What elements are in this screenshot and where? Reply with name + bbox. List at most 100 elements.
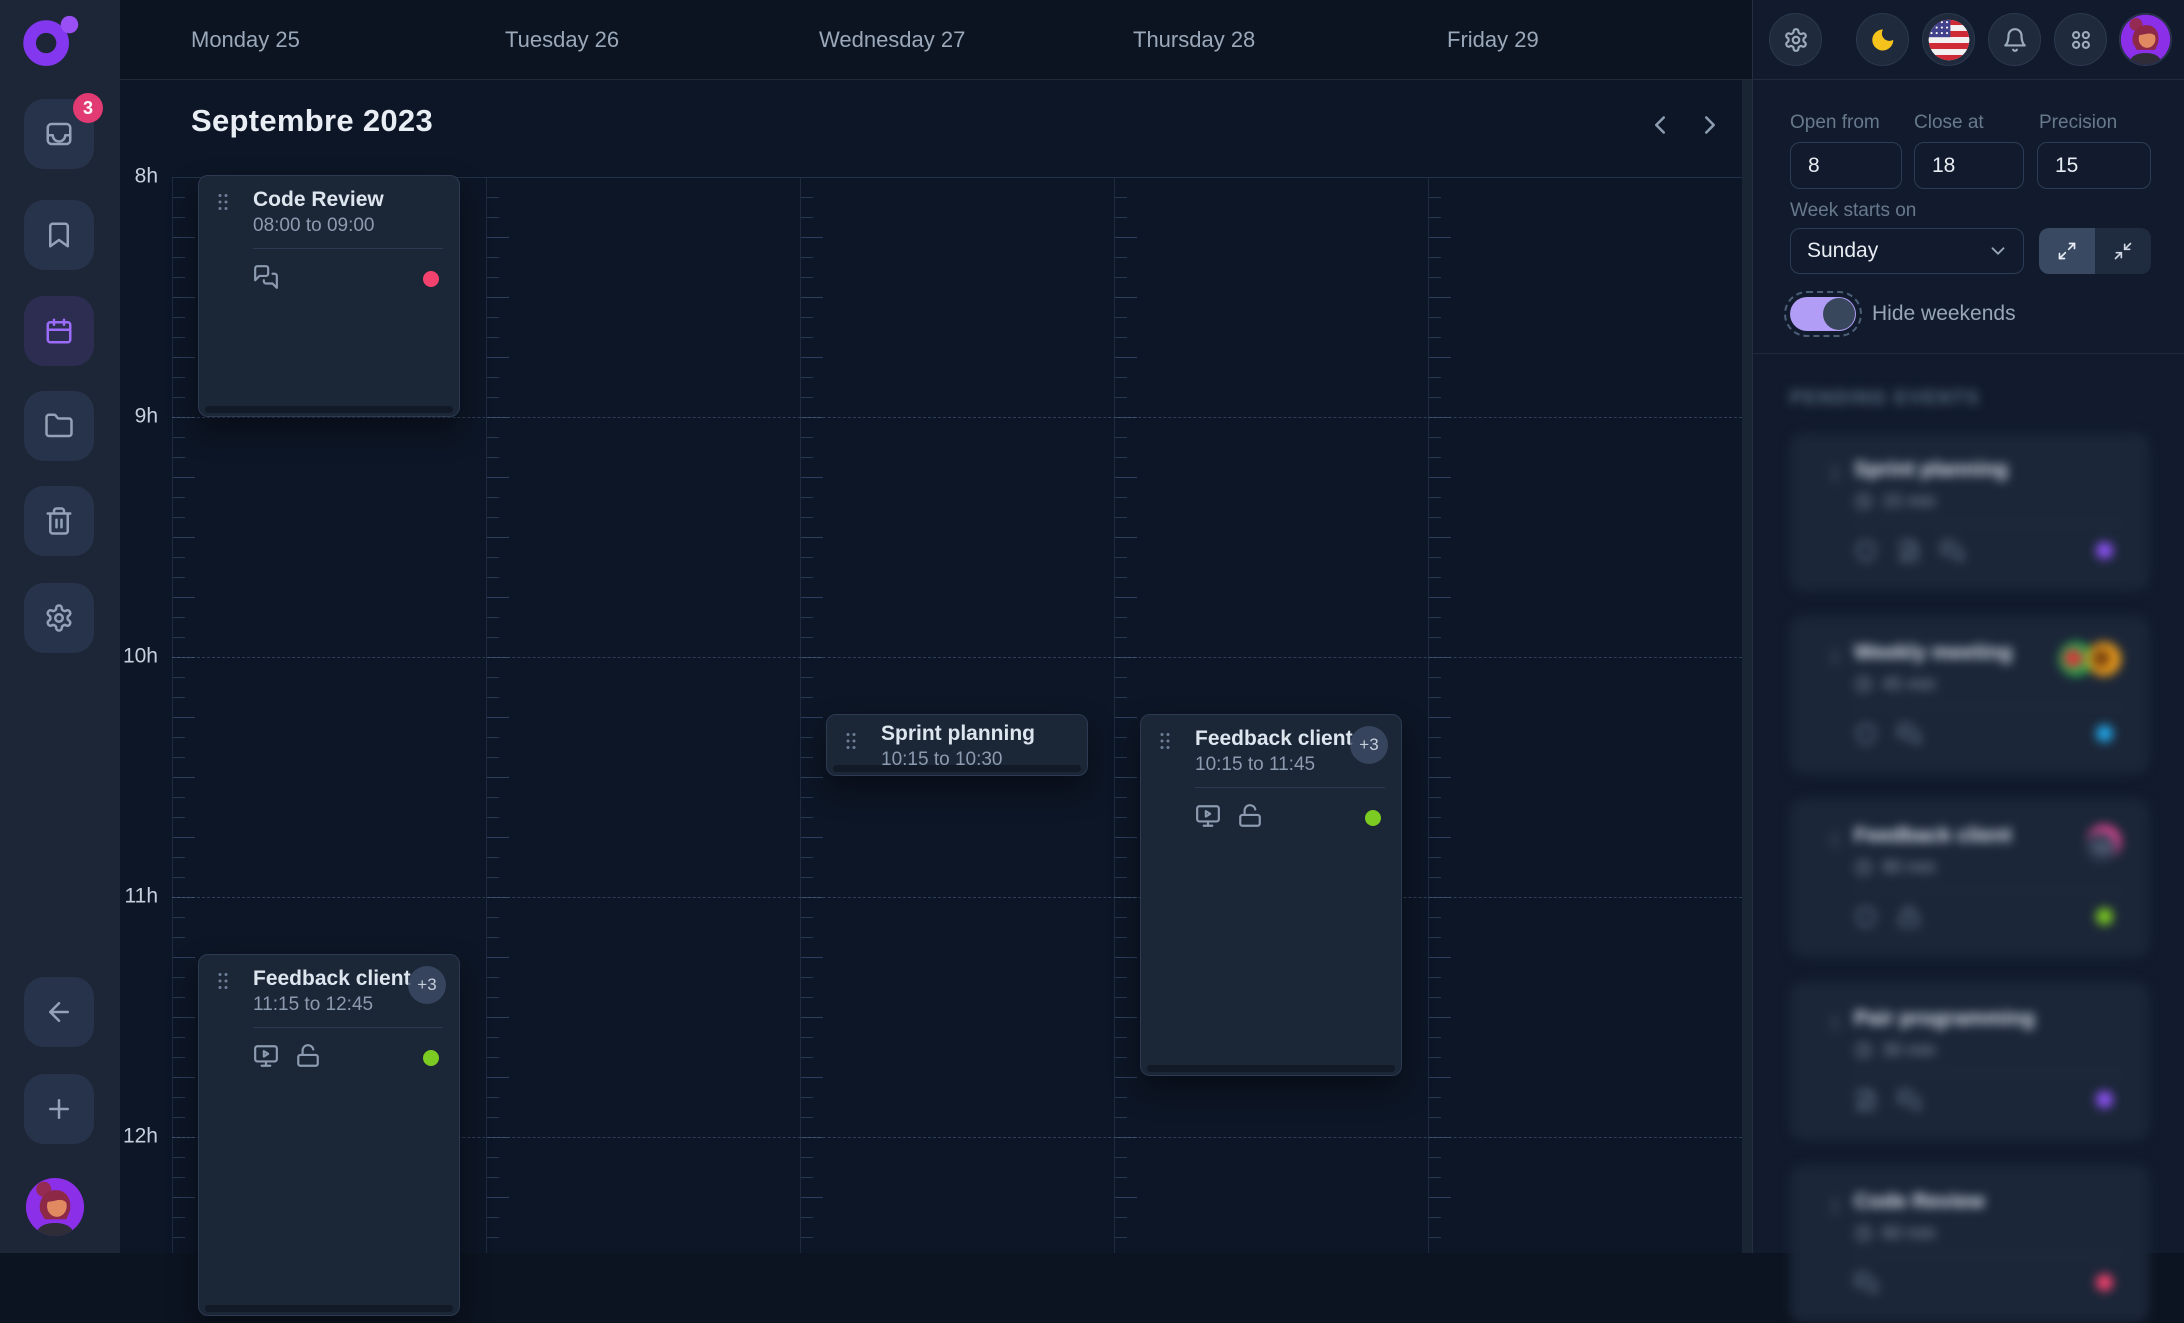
pending-event-card[interactable]: Pair programming 30 min — [1790, 982, 2149, 1140]
minimize-icon — [2113, 241, 2133, 261]
app-sidebar: 3 — [0, 0, 120, 1253]
avatar-image — [2120, 14, 2171, 65]
pending-event-card[interactable]: Weekly meeting 45 min — [1790, 616, 2149, 774]
event-feature-icons — [253, 1043, 321, 1069]
precision-input[interactable] — [2037, 142, 2151, 189]
plus-icon — [44, 1094, 74, 1124]
topbar-language-button[interactable] — [1922, 13, 1975, 66]
shield-icon — [1854, 905, 1878, 929]
chevron-right-icon — [1695, 110, 1725, 140]
grip-icon — [1824, 829, 1846, 851]
close-at-input[interactable] — [1914, 142, 2024, 189]
day-column[interactable] — [486, 177, 801, 1253]
drag-handle-icon[interactable] — [1824, 1012, 1846, 1034]
chat-icon — [1897, 1088, 1921, 1112]
sidebar-item-inbox[interactable]: 3 — [24, 99, 94, 169]
grip-icon — [1824, 463, 1846, 485]
topbar-dark-mode-button[interactable] — [1856, 13, 1909, 66]
topbar-settings-button[interactable] — [1769, 13, 1822, 66]
sidebar-item-calendar[interactable] — [24, 296, 94, 366]
drag-handle-icon[interactable] — [1153, 729, 1177, 753]
day-column-header: Thursday 28 — [1133, 0, 1255, 79]
open-from-input[interactable] — [1790, 142, 1902, 189]
monitor-play-icon — [1195, 803, 1221, 829]
pending-event-card[interactable]: Code Review 60 min — [1790, 1165, 2149, 1323]
vertical-scrollbar[interactable] — [1742, 80, 1752, 1253]
topbar-notifications-button[interactable] — [1988, 13, 2041, 66]
calendar-main: Monday 25Tuesday 26Wednesday 27Thursday … — [120, 0, 1752, 1253]
hour-line — [172, 657, 1742, 658]
drag-handle-icon[interactable] — [839, 729, 863, 753]
drag-handle-icon[interactable] — [1824, 463, 1846, 485]
day-column-header: Tuesday 26 — [505, 0, 619, 79]
chevron-down-icon — [1987, 240, 2009, 262]
pending-event-card[interactable]: Sprint planning 15 min — [1790, 433, 2149, 591]
pending-event-card[interactable]: Feedback client 90 min +2 — [1790, 799, 2149, 957]
calendar-event[interactable]: Sprint planning 10:15 to 10:30 — [826, 714, 1088, 776]
sidebar-item-bookmarks[interactable] — [24, 200, 94, 270]
hour-label: 12h — [120, 1125, 158, 1149]
sidebar-item-settings[interactable] — [24, 583, 94, 653]
unlock-icon — [295, 1043, 321, 1069]
drag-handle-icon[interactable] — [1824, 829, 1846, 851]
hour-line — [172, 897, 1742, 898]
chevron-left-icon — [1645, 110, 1675, 140]
drag-handle-icon[interactable] — [211, 190, 235, 214]
calendar-event[interactable]: Code Review 08:00 to 09:00 — [198, 175, 460, 417]
resize-handle[interactable] — [205, 1305, 453, 1312]
day-column-header: Wednesday 27 — [819, 0, 965, 79]
grip-icon — [1153, 729, 1177, 753]
bookmark-icon — [44, 220, 74, 250]
pending-event-duration: 60 min — [1854, 1223, 1936, 1244]
expand-collapse-toggle — [2039, 228, 2151, 274]
event-title: Feedback client — [1195, 726, 1345, 752]
sidebar-item-add[interactable] — [24, 1074, 94, 1144]
calendar-event[interactable]: Feedback client 11:15 to 12:45+3 — [198, 954, 460, 1316]
clock-icon — [1854, 675, 1873, 694]
pending-event-title: Pair programming — [1854, 1007, 2035, 1031]
card-divider — [1854, 706, 2123, 707]
resize-handle[interactable] — [205, 406, 453, 413]
calendar-icon — [44, 316, 74, 346]
calendar-event[interactable]: Feedback client 10:15 to 11:45+3 — [1140, 714, 1402, 1076]
event-title: Sprint planning — [881, 721, 1031, 747]
drag-handle-icon[interactable] — [1824, 1195, 1846, 1217]
inbox-icon — [44, 119, 74, 149]
folder-icon — [44, 411, 74, 441]
next-week-button[interactable] — [1692, 107, 1728, 143]
resize-handle[interactable] — [1147, 1065, 1395, 1072]
expand-view-button[interactable] — [2039, 228, 2095, 274]
prev-week-button[interactable] — [1642, 107, 1678, 143]
week-starts-select[interactable]: Sunday — [1790, 228, 2024, 274]
topbar-profile-button[interactable] — [2119, 13, 2172, 66]
chat-icon — [253, 264, 279, 290]
pending-events-header: PENDING EVENTS — [1790, 388, 1980, 410]
sidebar-item-trash[interactable] — [24, 486, 94, 556]
event-time: 08:00 to 09:00 — [253, 214, 443, 238]
attendees-more-badge: +2 — [2086, 832, 2116, 862]
drag-handle-icon[interactable] — [211, 969, 235, 993]
user-avatar[interactable] — [25, 1177, 85, 1237]
resize-handle[interactable] — [833, 765, 1081, 772]
sidebar-item-projects[interactable] — [24, 391, 94, 461]
topbar-apps-button[interactable] — [2054, 13, 2107, 66]
us-flag-icon — [1928, 19, 1970, 61]
week-starts-value: Sunday — [1807, 239, 1878, 263]
hide-weekends-toggle[interactable] — [1790, 297, 1856, 331]
arrow-left-icon — [44, 997, 74, 1027]
grip-icon — [1824, 1195, 1846, 1217]
panel-divider — [1753, 353, 2184, 354]
clock-icon — [1854, 492, 1873, 511]
pending-events-section: PENDING EVENTS Sprint planning 15 min We… — [1753, 370, 2184, 1253]
close-at-label: Close at — [1914, 112, 1984, 134]
drag-handle-icon[interactable] — [1824, 646, 1846, 668]
pending-event-duration: 90 min — [1854, 857, 1936, 878]
toggle-knob — [1823, 298, 1855, 330]
settings-panel: Open from Close at Precision Week starts… — [1752, 0, 2184, 1253]
day-column[interactable] — [1428, 177, 1743, 1253]
notification-badge: 3 — [73, 93, 103, 123]
sidebar-item-back[interactable] — [24, 977, 94, 1047]
card-divider — [1854, 1255, 2123, 1256]
collapse-view-button[interactable] — [2095, 228, 2151, 274]
attendees-badge: +3 — [1350, 726, 1388, 764]
